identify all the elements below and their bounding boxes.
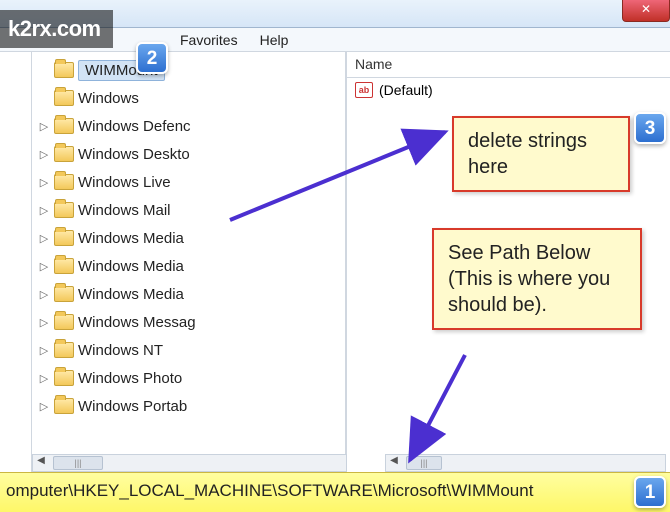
tree-item-label: Windows Mail	[78, 202, 171, 219]
annotation-marker-3: 3	[634, 112, 666, 144]
annotation-marker-2: 2	[136, 42, 168, 74]
menu-favorites[interactable]: Favorites	[180, 32, 238, 48]
folder-icon	[54, 286, 74, 302]
close-button[interactable]: ✕	[622, 0, 670, 22]
tree-item[interactable]: Windows	[38, 84, 345, 112]
expand-icon[interactable]: ▷	[38, 400, 50, 413]
tree-item-label: Windows Media	[78, 258, 184, 275]
expand-icon[interactable]: ▷	[38, 232, 50, 245]
expand-icon[interactable]: ▷	[38, 288, 50, 301]
tree-item-label: Windows Photo	[78, 370, 182, 387]
scroll-left-icon[interactable]: ◀	[386, 455, 402, 471]
folder-icon	[54, 258, 74, 274]
annotation-delete-strings: delete strings here	[452, 116, 630, 192]
tree-item-label: Windows Deskto	[78, 146, 190, 163]
folder-icon	[54, 202, 74, 218]
string-value-icon: ab	[355, 82, 373, 98]
registry-tree[interactable]: WIMMount Windows ▷ Windows Defenc ▷ Windows D…	[32, 52, 347, 472]
tree-item-label: Windows NT	[78, 342, 163, 359]
column-header-name[interactable]: Name	[347, 52, 670, 78]
scroll-thumb[interactable]: |||	[406, 456, 442, 470]
folder-icon	[54, 174, 74, 190]
folder-icon	[54, 230, 74, 246]
tree-item[interactable]: ▷ Windows Media	[38, 252, 345, 280]
tree-item-label: Windows Defenc	[78, 118, 191, 135]
values-horizontal-scrollbar[interactable]: ◀ |||	[385, 454, 666, 472]
folder-icon	[54, 370, 74, 386]
folder-icon	[54, 314, 74, 330]
tree-item[interactable]: ▷ Windows Live	[38, 168, 345, 196]
tree-item[interactable]: WIMMount	[38, 56, 345, 84]
tree-item-label: Windows Messag	[78, 314, 196, 331]
value-name: (Default)	[379, 82, 433, 98]
value-row-default[interactable]: ab (Default)	[347, 78, 670, 102]
expand-icon[interactable]: ▷	[38, 344, 50, 357]
scroll-left-icon[interactable]: ◀	[33, 455, 49, 471]
tree-item-label: Windows Media	[78, 230, 184, 247]
tree-item-label: Windows	[78, 90, 139, 107]
tree-item[interactable]: ▷ Windows Photo	[38, 364, 345, 392]
expand-icon[interactable]: ▷	[38, 260, 50, 273]
tree-item[interactable]: ▷ Windows Media	[38, 224, 345, 252]
folder-icon	[54, 90, 74, 106]
tree-item-label: Windows Live	[78, 174, 171, 191]
expand-icon[interactable]: ▷	[38, 176, 50, 189]
folder-icon	[54, 118, 74, 134]
expand-icon[interactable]: ▷	[38, 316, 50, 329]
tree-item[interactable]: ▷ Windows Deskto	[38, 140, 345, 168]
expand-icon[interactable]: ▷	[38, 120, 50, 133]
status-bar-path: omputer\HKEY_LOCAL_MACHINE\SOFTWARE\Micr…	[0, 472, 670, 512]
watermark: k2rx.com	[0, 10, 113, 48]
tree-horizontal-scrollbar[interactable]: ◀ |||	[32, 454, 347, 472]
annotation-marker-1: 1	[634, 476, 666, 508]
menu-help[interactable]: Help	[260, 32, 289, 48]
left-gutter	[0, 52, 32, 472]
tree-item[interactable]: ▷ Windows Defenc	[38, 112, 345, 140]
folder-icon	[54, 342, 74, 358]
tree-item[interactable]: ▷ Windows Media	[38, 280, 345, 308]
folder-icon	[54, 146, 74, 162]
expand-icon[interactable]: ▷	[38, 372, 50, 385]
tree-item[interactable]: ▷ Windows Messag	[38, 308, 345, 336]
tree-item[interactable]: ▷ Windows Mail	[38, 196, 345, 224]
folder-icon	[54, 62, 74, 78]
expand-icon[interactable]: ▷	[38, 148, 50, 161]
tree-item[interactable]: ▷ Windows NT	[38, 336, 345, 364]
expand-icon[interactable]: ▷	[38, 204, 50, 217]
scroll-thumb[interactable]: |||	[53, 456, 103, 470]
tree-item[interactable]: ▷ Windows Portab	[38, 392, 345, 420]
tree-item-label: Windows Portab	[78, 398, 187, 415]
annotation-see-path: See Path Below (This is where you should…	[432, 228, 642, 330]
folder-icon	[54, 398, 74, 414]
tree-item-label: Windows Media	[78, 286, 184, 303]
